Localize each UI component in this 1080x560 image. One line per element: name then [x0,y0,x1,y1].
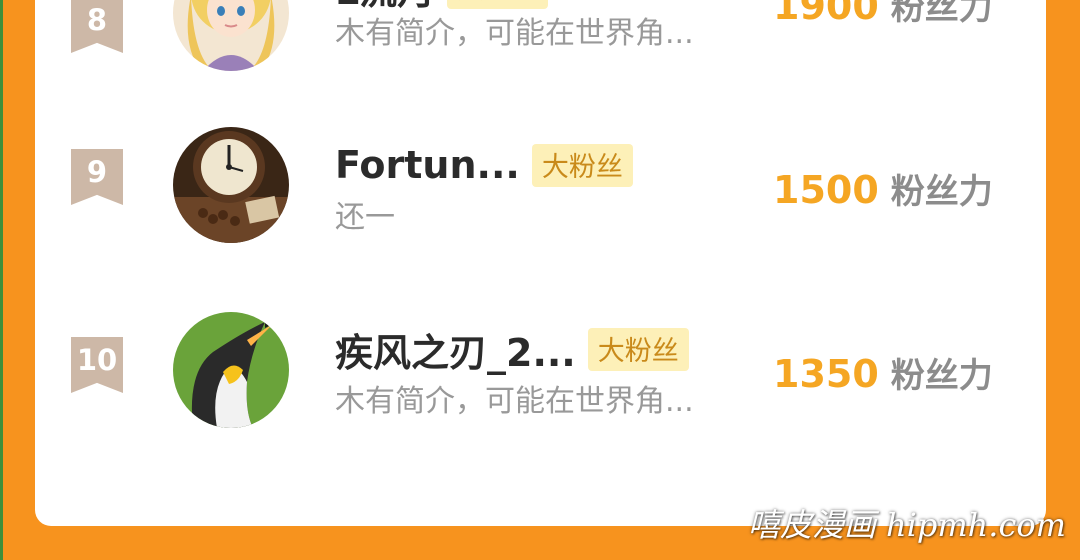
score-value: 1350 [773,352,879,396]
leaderboard-row[interactable]: 8 L流月 大粉丝 木有简介，可能在世界角... 1900 粉丝力 [35,0,1046,130]
fan-power-score: 1500 粉丝力 [773,164,993,213]
user-name[interactable]: 疾风之刃_2... [335,322,576,377]
clock-avatar[interactable] [173,127,289,243]
score-unit: 粉丝力 [890,0,993,28]
fan-level-tag: 大粉丝 [531,143,633,187]
left-edge-strip [0,0,3,560]
score-unit: 粉丝力 [890,356,993,396]
leaderboard-row[interactable]: 9 Fortun... 大粉丝 还一 1500 粉丝力 [35,127,1046,282]
user-intro: 木有简介，可能在世界角... [335,384,694,419]
rank-ribbon-badge: 10 [71,337,123,393]
user-intro: 木有简介，可能在世界角... [335,16,694,51]
user-name[interactable]: Fortun... [335,143,520,187]
fan-leaderboard-card: 8 L流月 大粉丝 木有简介，可能在世界角... 1900 粉丝力 [35,0,1046,526]
score-unit: 粉丝力 [890,172,993,212]
fan-power-score: 1350 粉丝力 [773,348,993,397]
leaderboard-row[interactable]: 10 疾风之刃_2... 大粉丝 木有简介，可能在世界角... 1350 粉丝力 [35,312,1046,470]
fan-power-score: 1900 粉丝力 [773,0,993,29]
user-name-line: 疾风之刃_2... 大粉丝 [335,322,689,377]
score-value: 1500 [773,168,879,212]
user-name-line: Fortun... 大粉丝 [335,140,633,190]
site-watermark: 嘻皮漫画 hipmh.com [747,506,1066,544]
rank-ribbon-badge: 8 [71,0,123,53]
user-intro: 还一 [335,200,395,235]
anime-girl-avatar[interactable] [173,0,289,71]
fan-level-tag: 大粉丝 [587,327,689,371]
score-value: 1900 [773,0,879,28]
rank-ribbon-badge: 9 [71,149,123,205]
penguin-avatar[interactable] [173,312,289,428]
